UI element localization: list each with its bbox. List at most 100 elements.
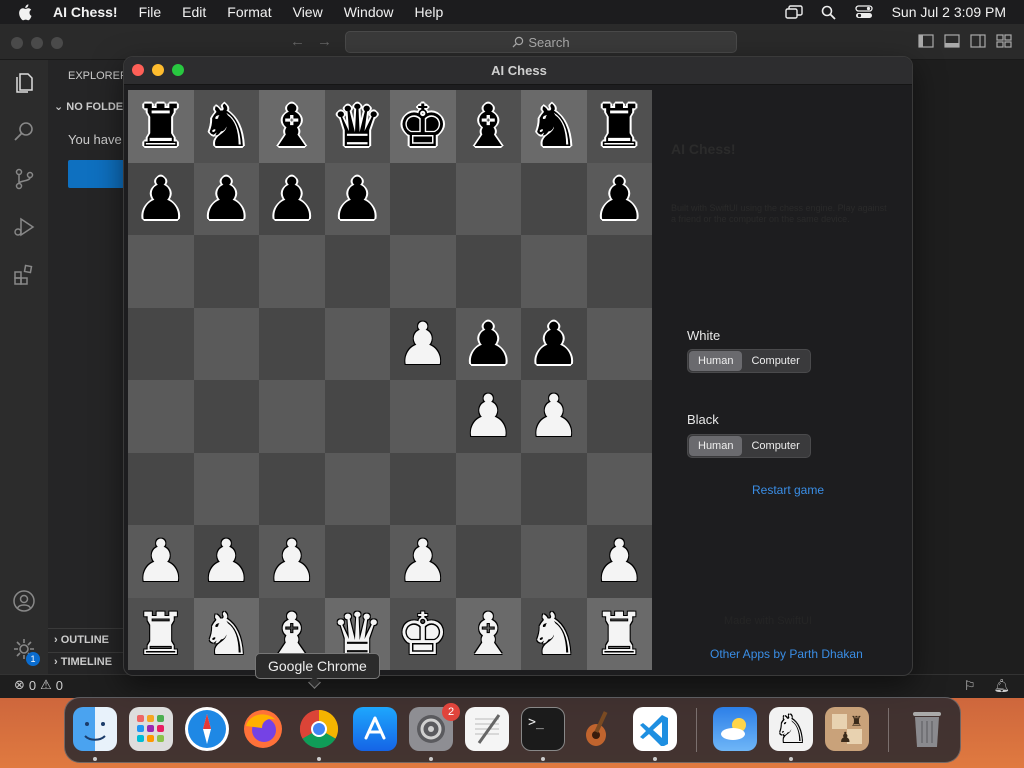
board-square-a5[interactable] — [128, 307, 194, 380]
white-pawn-piece[interactable]: ♟ — [266, 532, 318, 590]
board-square-g2[interactable] — [521, 525, 587, 598]
black-computer-option[interactable]: Computer — [742, 436, 808, 456]
board-square-d7[interactable]: ♟ — [324, 162, 390, 235]
black-knight-piece[interactable]: ♞ — [200, 97, 252, 155]
extensions-icon[interactable] — [11, 262, 37, 288]
board-square-e2[interactable]: ♟ — [390, 525, 456, 598]
board-square-c8[interactable]: ♝ — [259, 90, 325, 163]
board-square-a2[interactable]: ♟ — [128, 525, 194, 598]
run-debug-icon[interactable] — [11, 214, 37, 240]
explorer-icon[interactable] — [11, 70, 37, 96]
source-control-icon[interactable] — [11, 166, 37, 192]
board-square-e8[interactable]: ♚ — [390, 90, 456, 163]
board-square-f4[interactable]: ♟ — [455, 380, 521, 453]
board-square-d3[interactable] — [324, 452, 390, 525]
board-square-d6[interactable] — [324, 235, 390, 308]
white-king-piece[interactable]: ♚ — [397, 605, 449, 663]
launchpad-icon[interactable] — [129, 707, 173, 751]
white-knight-piece[interactable]: ♞ — [528, 605, 580, 663]
white-pawn-piece[interactable]: ♟ — [462, 387, 514, 445]
black-king-piece[interactable]: ♚ — [397, 97, 449, 155]
board-square-b5[interactable] — [193, 307, 259, 380]
board-square-b6[interactable] — [193, 235, 259, 308]
forward-arrow-icon[interactable]: → — [317, 33, 332, 50]
customize-layout-icon[interactable] — [996, 34, 1012, 48]
board-square-h8[interactable]: ♜ — [586, 90, 652, 163]
textedit-icon[interactable] — [465, 707, 509, 751]
white-computer-option[interactable]: Computer — [742, 351, 808, 371]
white-pawn-piece[interactable]: ♟ — [593, 532, 645, 590]
accounts-icon[interactable] — [11, 588, 37, 614]
board-square-f3[interactable] — [455, 452, 521, 525]
board-square-c7[interactable]: ♟ — [259, 162, 325, 235]
board-square-f6[interactable] — [455, 235, 521, 308]
board-square-c4[interactable] — [259, 380, 325, 453]
board-square-e3[interactable] — [390, 452, 456, 525]
board-square-b1[interactable]: ♞ — [193, 597, 259, 670]
board-square-c5[interactable] — [259, 307, 325, 380]
board-square-g3[interactable] — [521, 452, 587, 525]
weather-icon[interactable] — [713, 707, 757, 751]
white-bishop-piece[interactable]: ♝ — [462, 605, 514, 663]
board-square-f1[interactable]: ♝ — [455, 597, 521, 670]
notifications-bell-icon[interactable]: 🔔︎ — [993, 678, 1010, 694]
ai-chess-app-icon[interactable]: ♞ — [769, 707, 813, 751]
app-store-icon[interactable] — [353, 707, 397, 751]
chess-board[interactable]: ♜ ♞ ♝ ♛ ♚ ♝ ♞ ♜ ♟ ♟ ♟ ♟ ♟ ♟ ♟ ♟ ♟ ♟ ♟ ♟ ♟ ♟ ♟ ♜ ♞ ♝ ♛ ♚ ♝ ♞ ♜ — [128, 90, 652, 670]
black-pawn-piece[interactable]: ♟ — [593, 170, 645, 228]
board-square-a4[interactable] — [128, 380, 194, 453]
menu-view[interactable]: View — [293, 4, 323, 20]
black-rook-piece[interactable]: ♜ — [593, 97, 645, 155]
apple-menu-icon[interactable] — [18, 3, 36, 21]
vscode-zoom-button[interactable] — [51, 37, 63, 49]
black-bishop-piece[interactable]: ♝ — [462, 97, 514, 155]
black-pawn-piece[interactable]: ♟ — [331, 170, 383, 228]
white-human-option[interactable]: Human — [689, 351, 743, 371]
black-pawn-piece[interactable]: ♟ — [462, 315, 514, 373]
safari-icon[interactable] — [185, 707, 229, 751]
board-square-h3[interactable] — [586, 452, 652, 525]
board-square-d5[interactable] — [324, 307, 390, 380]
menu-clock[interactable]: Sun Jul 2 3:09 PM — [892, 4, 1006, 20]
white-pawn-piece[interactable]: ♟ — [397, 315, 449, 373]
board-square-b8[interactable]: ♞ — [193, 90, 259, 163]
board-square-b2[interactable]: ♟ — [193, 525, 259, 598]
white-pawn-piece[interactable]: ♟ — [397, 532, 449, 590]
board-square-e6[interactable] — [390, 235, 456, 308]
open-folder-button[interactable] — [68, 160, 128, 188]
toggle-secondary-sidebar-icon[interactable] — [970, 34, 986, 48]
black-pawn-piece[interactable]: ♟ — [200, 170, 252, 228]
white-pawn-piece[interactable]: ♟ — [528, 387, 580, 445]
board-square-h4[interactable] — [586, 380, 652, 453]
board-square-b7[interactable]: ♟ — [193, 162, 259, 235]
trash-icon[interactable] — [905, 707, 949, 751]
board-square-g5[interactable]: ♟ — [521, 307, 587, 380]
black-knight-piece[interactable]: ♞ — [528, 97, 580, 155]
command-center-search[interactable]: Search — [345, 31, 737, 53]
white-knight-piece[interactable]: ♞ — [200, 605, 252, 663]
firefox-icon[interactable] — [241, 707, 285, 751]
terminal-icon[interactable]: >_ — [521, 707, 565, 751]
board-square-g1[interactable]: ♞ — [521, 597, 587, 670]
board-square-f2[interactable] — [455, 525, 521, 598]
board-square-e4[interactable] — [390, 380, 456, 453]
visual-studio-code-icon[interactable] — [633, 707, 677, 751]
board-square-g4[interactable]: ♟ — [521, 380, 587, 453]
other-apps-link[interactable]: Other Apps by Parth Dhakan — [710, 647, 863, 661]
toggle-primary-sidebar-icon[interactable] — [918, 34, 934, 48]
board-square-a3[interactable] — [128, 452, 194, 525]
board-square-a6[interactable] — [128, 235, 194, 308]
board-square-d2[interactable] — [324, 525, 390, 598]
menu-file[interactable]: File — [139, 4, 162, 20]
board-square-f8[interactable]: ♝ — [455, 90, 521, 163]
board-square-d4[interactable] — [324, 380, 390, 453]
black-bishop-piece[interactable]: ♝ — [266, 97, 318, 155]
vscode-minimize-button[interactable] — [31, 37, 43, 49]
board-square-g7[interactable] — [521, 162, 587, 235]
board-square-f5[interactable]: ♟ — [455, 307, 521, 380]
menu-help[interactable]: Help — [415, 4, 444, 20]
no-folder-section[interactable]: ⌄ NO FOLDER OPENED — [54, 100, 128, 113]
back-arrow-icon[interactable]: ← — [290, 33, 305, 50]
chess-app-icon[interactable]: ♟ ♜ — [825, 707, 869, 751]
board-square-e7[interactable] — [390, 162, 456, 235]
